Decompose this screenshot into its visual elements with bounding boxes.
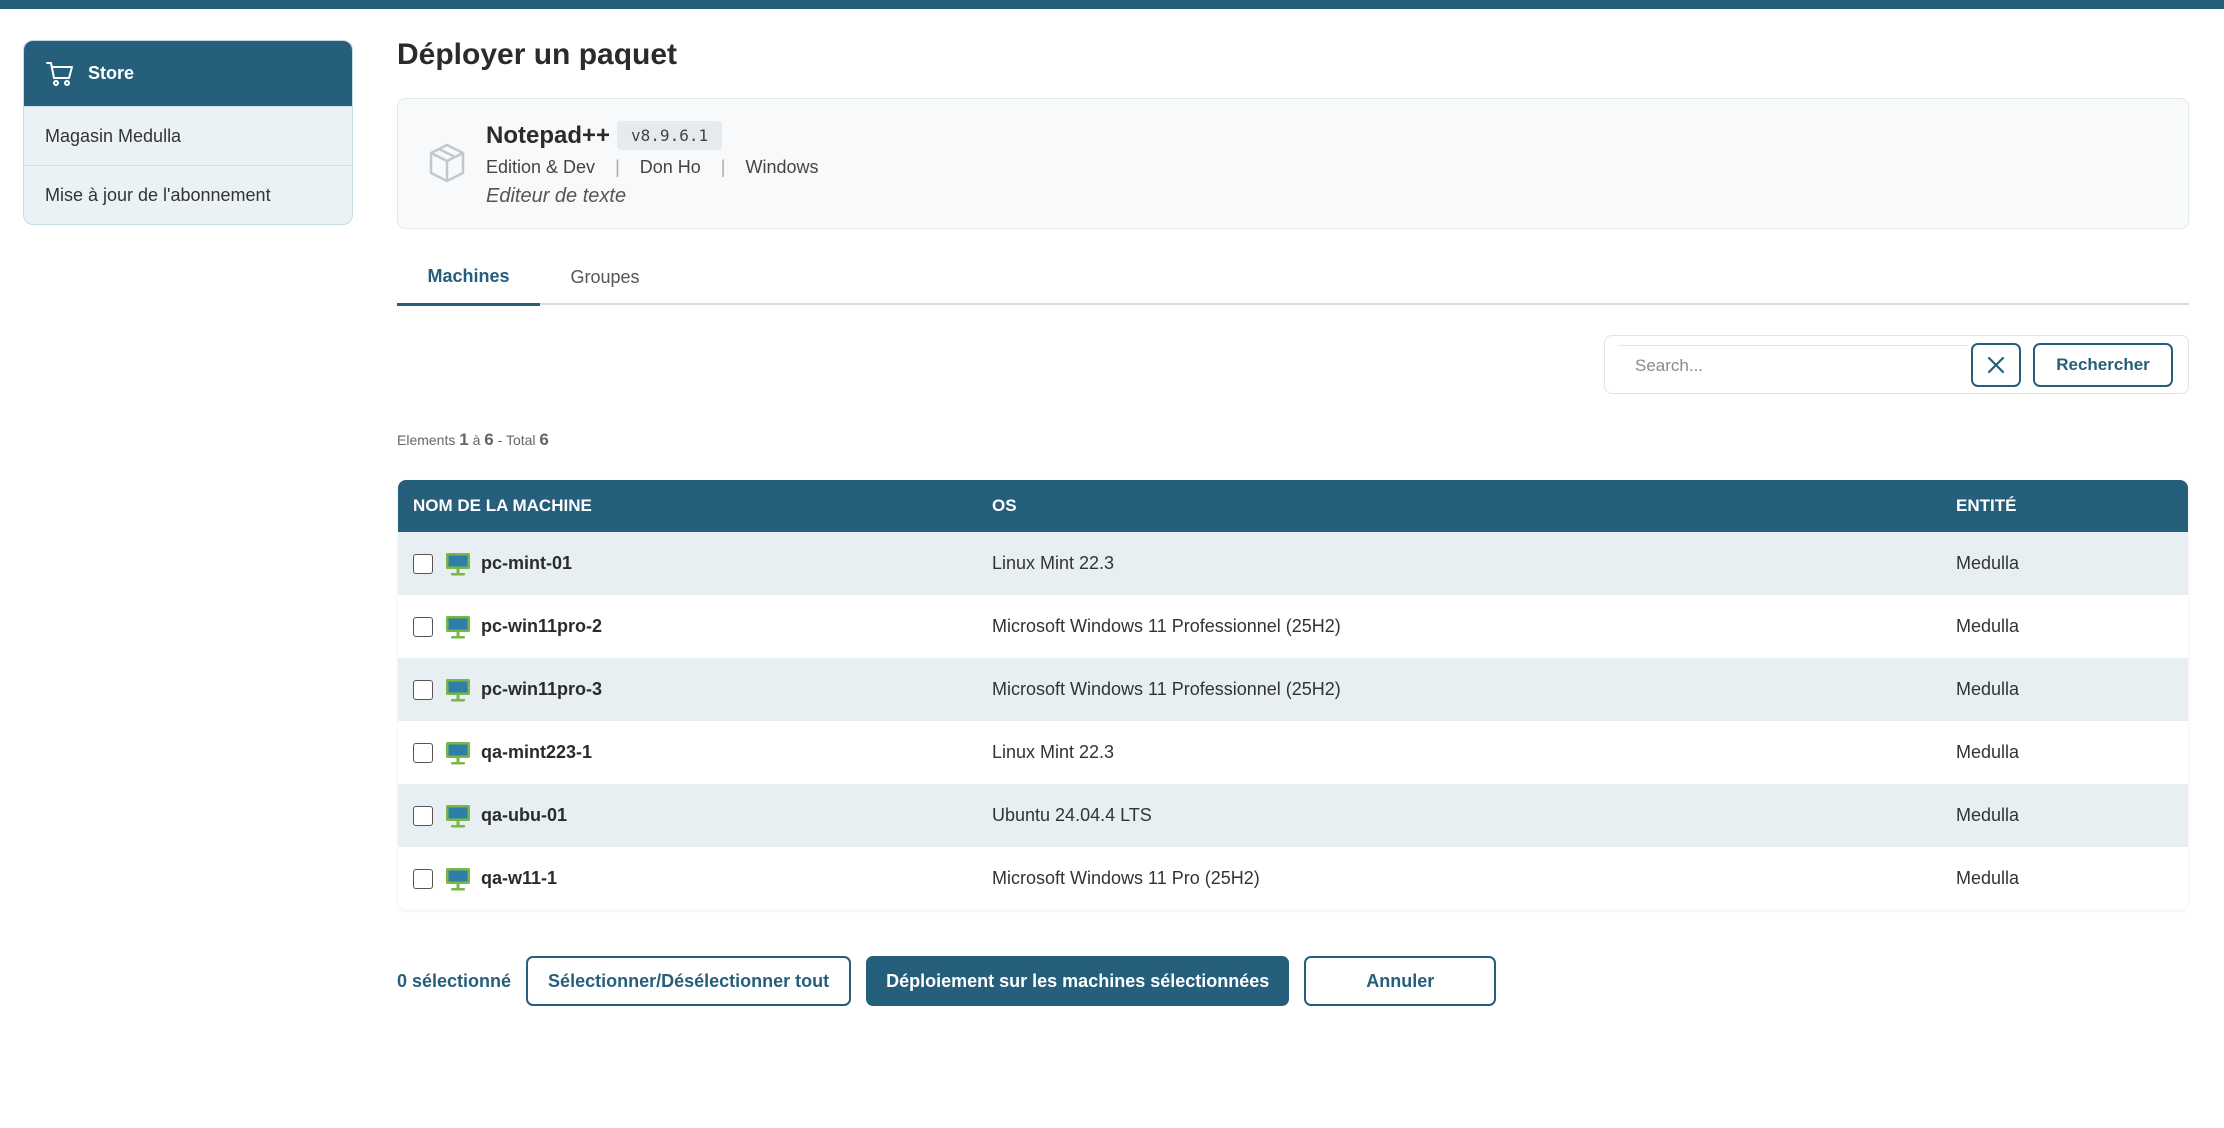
pagination-summary: Elements 1 à 6 - Total 6 [397, 430, 549, 450]
pagination-to-word: à [472, 432, 481, 448]
cancel-button[interactable]: Annuler [1304, 956, 1497, 1006]
cart-icon [46, 61, 73, 86]
desktop-monitor-icon [446, 867, 470, 890]
machine-cell: pc-win11pro-3 [413, 658, 602, 721]
selected-count: 0 sélectionné [397, 970, 512, 991]
meta-separator: | [615, 157, 620, 177]
sidebar-item-label: Magasin Medulla [45, 125, 182, 146]
desktop-monitor-icon [446, 615, 470, 638]
package-vendor: Don Ho [639, 157, 701, 177]
table-row[interactable]: qa-mint223-1 Linux Mint 22.3 Medulla [398, 721, 2188, 784]
machine-name[interactable]: qa-w11-1 [481, 868, 557, 889]
machine-name[interactable]: pc-win11pro-3 [481, 679, 602, 700]
pagination-to: 6 [484, 430, 494, 449]
search-bar: Rechercher [1604, 335, 2189, 394]
table-header: Nom de la machine OS Entité [398, 480, 2188, 532]
package-box-icon [429, 143, 465, 183]
desktop-monitor-icon [446, 678, 470, 701]
search-button[interactable]: Rechercher [2033, 343, 2173, 387]
machine-cell: pc-mint-01 [413, 532, 572, 595]
tab-bar: Machines Groupes [397, 250, 2189, 306]
entity-cell: Medulla [1956, 616, 2020, 636]
close-icon [1987, 356, 2005, 374]
package-platform: Windows [745, 157, 819, 177]
package-name-text: Notepad++ [486, 121, 611, 149]
row-checkbox[interactable] [413, 679, 433, 700]
os-cell: Microsoft Windows 11 Professionnel (25H2… [992, 616, 1341, 636]
table-row[interactable]: pc-win11pro-3 Microsoft Windows 11 Profe… [398, 658, 2188, 721]
machines-table: Nom de la machine OS Entité pc-mint-01 L… [398, 480, 2188, 910]
table-row[interactable]: pc-win11pro-2 Microsoft Windows 11 Profe… [398, 595, 2188, 658]
table-row[interactable]: pc-mint-01 Linux Mint 22.3 Medulla [398, 532, 2188, 595]
desktop-monitor-icon [446, 804, 470, 827]
toggle-select-all-button[interactable]: Sélectionner/Désélectionner tout [526, 956, 852, 1006]
search-input[interactable] [1619, 345, 1969, 385]
tab-groups[interactable]: Groupes [540, 250, 670, 305]
column-header-os[interactable]: OS [992, 480, 1017, 532]
pagination-total: 6 [539, 430, 549, 449]
row-checkbox[interactable] [413, 805, 433, 826]
package-description: Editeur de texte [486, 185, 627, 207]
column-header-machine-name[interactable]: Nom de la machine [413, 480, 592, 532]
pagination-total-word: - Total [497, 432, 536, 448]
sidebar-header-store[interactable]: Store [24, 41, 352, 106]
row-checkbox[interactable] [413, 616, 433, 637]
sidebar: Store Magasin Medulla Mise à jour de l'a… [23, 40, 353, 225]
os-cell: Linux Mint 22.3 [992, 742, 1115, 762]
os-cell: Linux Mint 22.3 [992, 553, 1115, 573]
table-body: pc-mint-01 Linux Mint 22.3 Medulla pc-wi… [398, 532, 2188, 910]
entity-cell: Medulla [1956, 553, 2020, 573]
entity-cell: Medulla [1956, 868, 2020, 888]
machine-name[interactable]: pc-win11pro-2 [481, 616, 602, 637]
row-checkbox[interactable] [413, 553, 433, 574]
package-name: Notepad++ v8.9.6.1 [486, 121, 723, 150]
table-row[interactable]: qa-ubu-01 Ubuntu 24.04.4 LTS Medulla [398, 784, 2188, 847]
page-title: Déployer un paquet [397, 38, 678, 71]
tab-machines[interactable]: Machines [397, 250, 540, 306]
row-checkbox[interactable] [413, 868, 433, 889]
package-card: Notepad++ v8.9.6.1 Edition & Dev | Don H… [397, 98, 2189, 229]
clear-search-button[interactable] [1971, 343, 2021, 387]
desktop-monitor-icon [446, 741, 470, 764]
machine-cell: pc-win11pro-2 [413, 595, 602, 658]
machine-cell: qa-ubu-01 [413, 784, 567, 847]
os-cell: Microsoft Windows 11 Pro (25H2) [992, 868, 1260, 888]
machine-cell: qa-mint223-1 [413, 721, 592, 784]
machine-cell: qa-w11-1 [413, 847, 557, 910]
row-checkbox[interactable] [413, 742, 433, 763]
meta-separator: | [720, 157, 726, 177]
machine-name[interactable]: pc-mint-01 [481, 553, 572, 574]
entity-cell: Medulla [1956, 805, 2020, 825]
entity-cell: Medulla [1956, 742, 2020, 762]
os-cell: Ubuntu 24.04.4 LTS [992, 805, 1152, 825]
os-cell: Microsoft Windows 11 Professionnel (25H2… [992, 679, 1341, 699]
sidebar-item-label: Mise à jour de l'abonnement [45, 184, 271, 205]
pagination-prefix: Elements [397, 432, 456, 448]
machine-name[interactable]: qa-mint223-1 [481, 742, 592, 763]
column-header-entity[interactable]: Entité [1956, 480, 2016, 532]
sidebar-header-label: Store [88, 63, 135, 83]
sidebar-item-magasin[interactable]: Magasin Medulla [24, 106, 352, 165]
sidebar-item-subscription-update[interactable]: Mise à jour de l'abonnement [24, 165, 352, 224]
package-category: Edition & Dev [486, 157, 596, 177]
machine-name[interactable]: qa-ubu-01 [481, 805, 567, 826]
pagination-from: 1 [459, 430, 469, 449]
entity-cell: Medulla [1956, 679, 2020, 699]
package-version-badge: v8.9.6.1 [617, 121, 723, 150]
desktop-monitor-icon [446, 552, 470, 575]
deploy-selected-button[interactable]: Déploiement sur les machines sélectionné… [866, 956, 1290, 1006]
table-row[interactable]: qa-w11-1 Microsoft Windows 11 Pro (25H2)… [398, 847, 2188, 910]
top-accent-bar [0, 0, 2224, 9]
action-bar: 0 sélectionné Sélectionner/Désélectionne… [397, 956, 1497, 1006]
package-meta: Edition & Dev | Don Ho | Windows [486, 157, 819, 178]
